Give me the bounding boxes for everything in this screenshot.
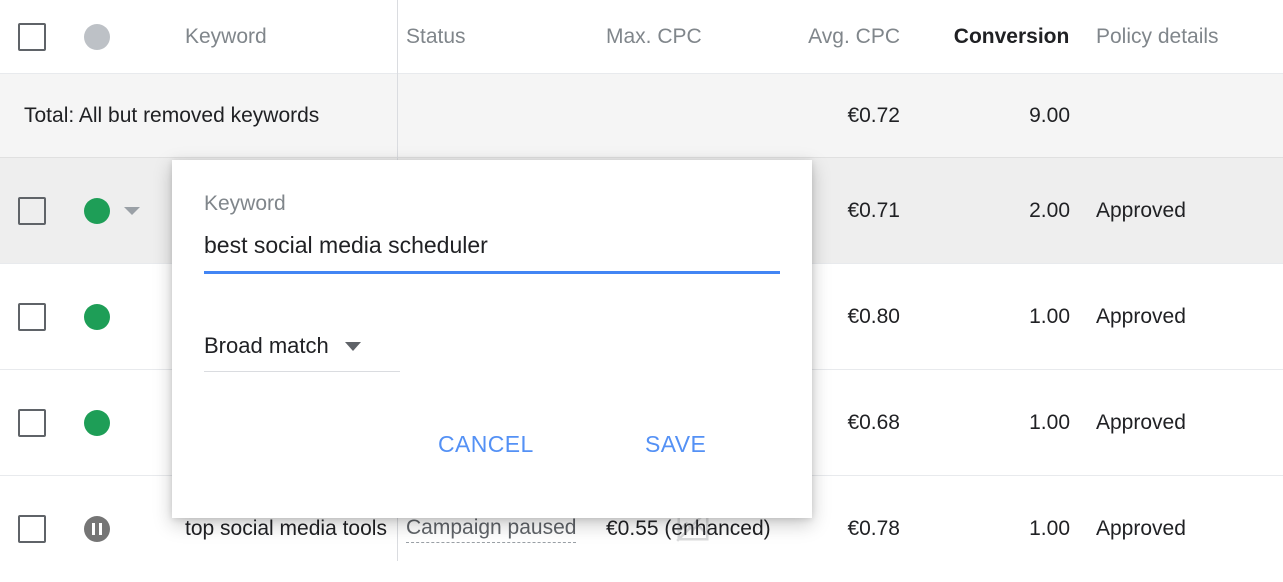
header-status-column-cell[interactable]: Status [406,0,596,74]
save-button[interactable]: SAVE [637,425,714,464]
row-conversions-value: 1.00 [1029,517,1070,540]
row-status-cell [84,158,170,264]
table-header-row: Keyword Status Max. CPC Avg. CPC Convers… [0,0,1283,74]
chevron-down-icon [344,341,361,351]
row-policy-details-value: Approved [1096,411,1186,434]
column-header-conversions: Conversions [953,25,1070,48]
cancel-button[interactable]: CANCEL [430,425,542,464]
enabled-green-dot-icon[interactable] [84,198,110,224]
row-checkbox-cell [18,158,58,264]
row-checkbox-cell [18,264,58,370]
header-status-cell [84,0,170,74]
header-select-all-cell [18,0,58,74]
total-row-label: Total: All but removed keywords [24,104,320,127]
row-status-cell [84,264,170,370]
column-header-avg-cpc: Avg. CPC [808,25,900,48]
enabled-green-dot-icon[interactable] [84,304,110,330]
keyword-field-label: Keyword [204,192,286,215]
row-avg-cpc-value: €0.78 [847,517,900,540]
total-label-cell: Total: All but removed keywords [24,74,384,158]
row-checkbox[interactable] [18,197,46,225]
conversions-label-clip: Conversions [930,25,1070,49]
chevron-down-icon[interactable] [124,207,140,215]
row-checkbox-cell [18,476,58,582]
header-avg-cpc-cell[interactable]: Avg. CPC [790,0,900,74]
column-header-keyword: Keyword [185,25,267,48]
total-conversions-value: 9.00 [1029,104,1070,127]
row-avg-cpc-value: €0.71 [847,199,900,222]
row-avg-cpc-value: €0.80 [847,305,900,328]
row-conversions-value: 2.00 [1029,199,1070,222]
status-dot-icon [84,24,110,50]
row-policy-details-cell: Approved [1096,370,1276,476]
row-conversions-value: 1.00 [1029,305,1070,328]
row-keyword-value: top social media tools [185,517,387,540]
keyword-input[interactable] [204,232,780,274]
paused-dot-icon[interactable] [84,516,110,542]
row-checkbox[interactable] [18,303,46,331]
total-row: Total: All but removed keywords €0.72 9.… [0,74,1283,158]
match-type-select[interactable]: Broad match [204,333,400,372]
row-status-cell [84,476,170,582]
column-header-policy-details: Policy details [1096,25,1219,48]
enabled-green-dot-icon[interactable] [84,410,110,436]
column-header-max-cpc: Max. CPC [606,25,702,48]
row-conversions-cell: 1.00 [930,264,1070,370]
row-policy-details-cell: Approved [1096,476,1276,582]
row-conversions-cell: 2.00 [930,158,1070,264]
match-type-value: Broad match [204,333,329,358]
row-checkbox[interactable] [18,515,46,543]
row-state-value[interactable]: Campaign paused [406,515,577,543]
total-avg-cpc-cell: €0.72 [790,74,900,158]
column-header-status: Status [406,25,466,48]
row-conversions-cell: 1.00 [930,370,1070,476]
row-checkbox[interactable] [18,409,46,437]
row-policy-details-cell: Approved [1096,264,1276,370]
select-all-checkbox[interactable] [18,23,46,51]
header-max-cpc-cell[interactable]: Max. CPC [606,0,796,74]
row-checkbox-cell [18,370,58,476]
row-policy-details-value: Approved [1096,305,1186,328]
row-policy-details-value: Approved [1096,517,1186,540]
edit-keyword-dialog: Keyword Broad match CANCEL SAVE [172,160,812,518]
total-avg-cpc-value: €0.72 [847,104,900,127]
total-conversions-cell: 9.00 [930,74,1070,158]
header-keyword-cell[interactable]: Keyword [185,0,390,74]
row-conversions-value: 1.00 [1029,411,1070,434]
header-conversions-cell[interactable]: Conversions [930,0,1070,74]
row-policy-details-value: Approved [1096,199,1186,222]
row-status-cell [84,370,170,476]
dialog-actions: CANCEL SAVE [172,425,812,485]
row-avg-cpc-value: €0.68 [847,411,900,434]
row-policy-details-cell: Approved [1096,158,1276,264]
header-policy-details-cell[interactable]: Policy details [1096,0,1276,74]
row-conversions-cell: 1.00 [930,476,1070,582]
